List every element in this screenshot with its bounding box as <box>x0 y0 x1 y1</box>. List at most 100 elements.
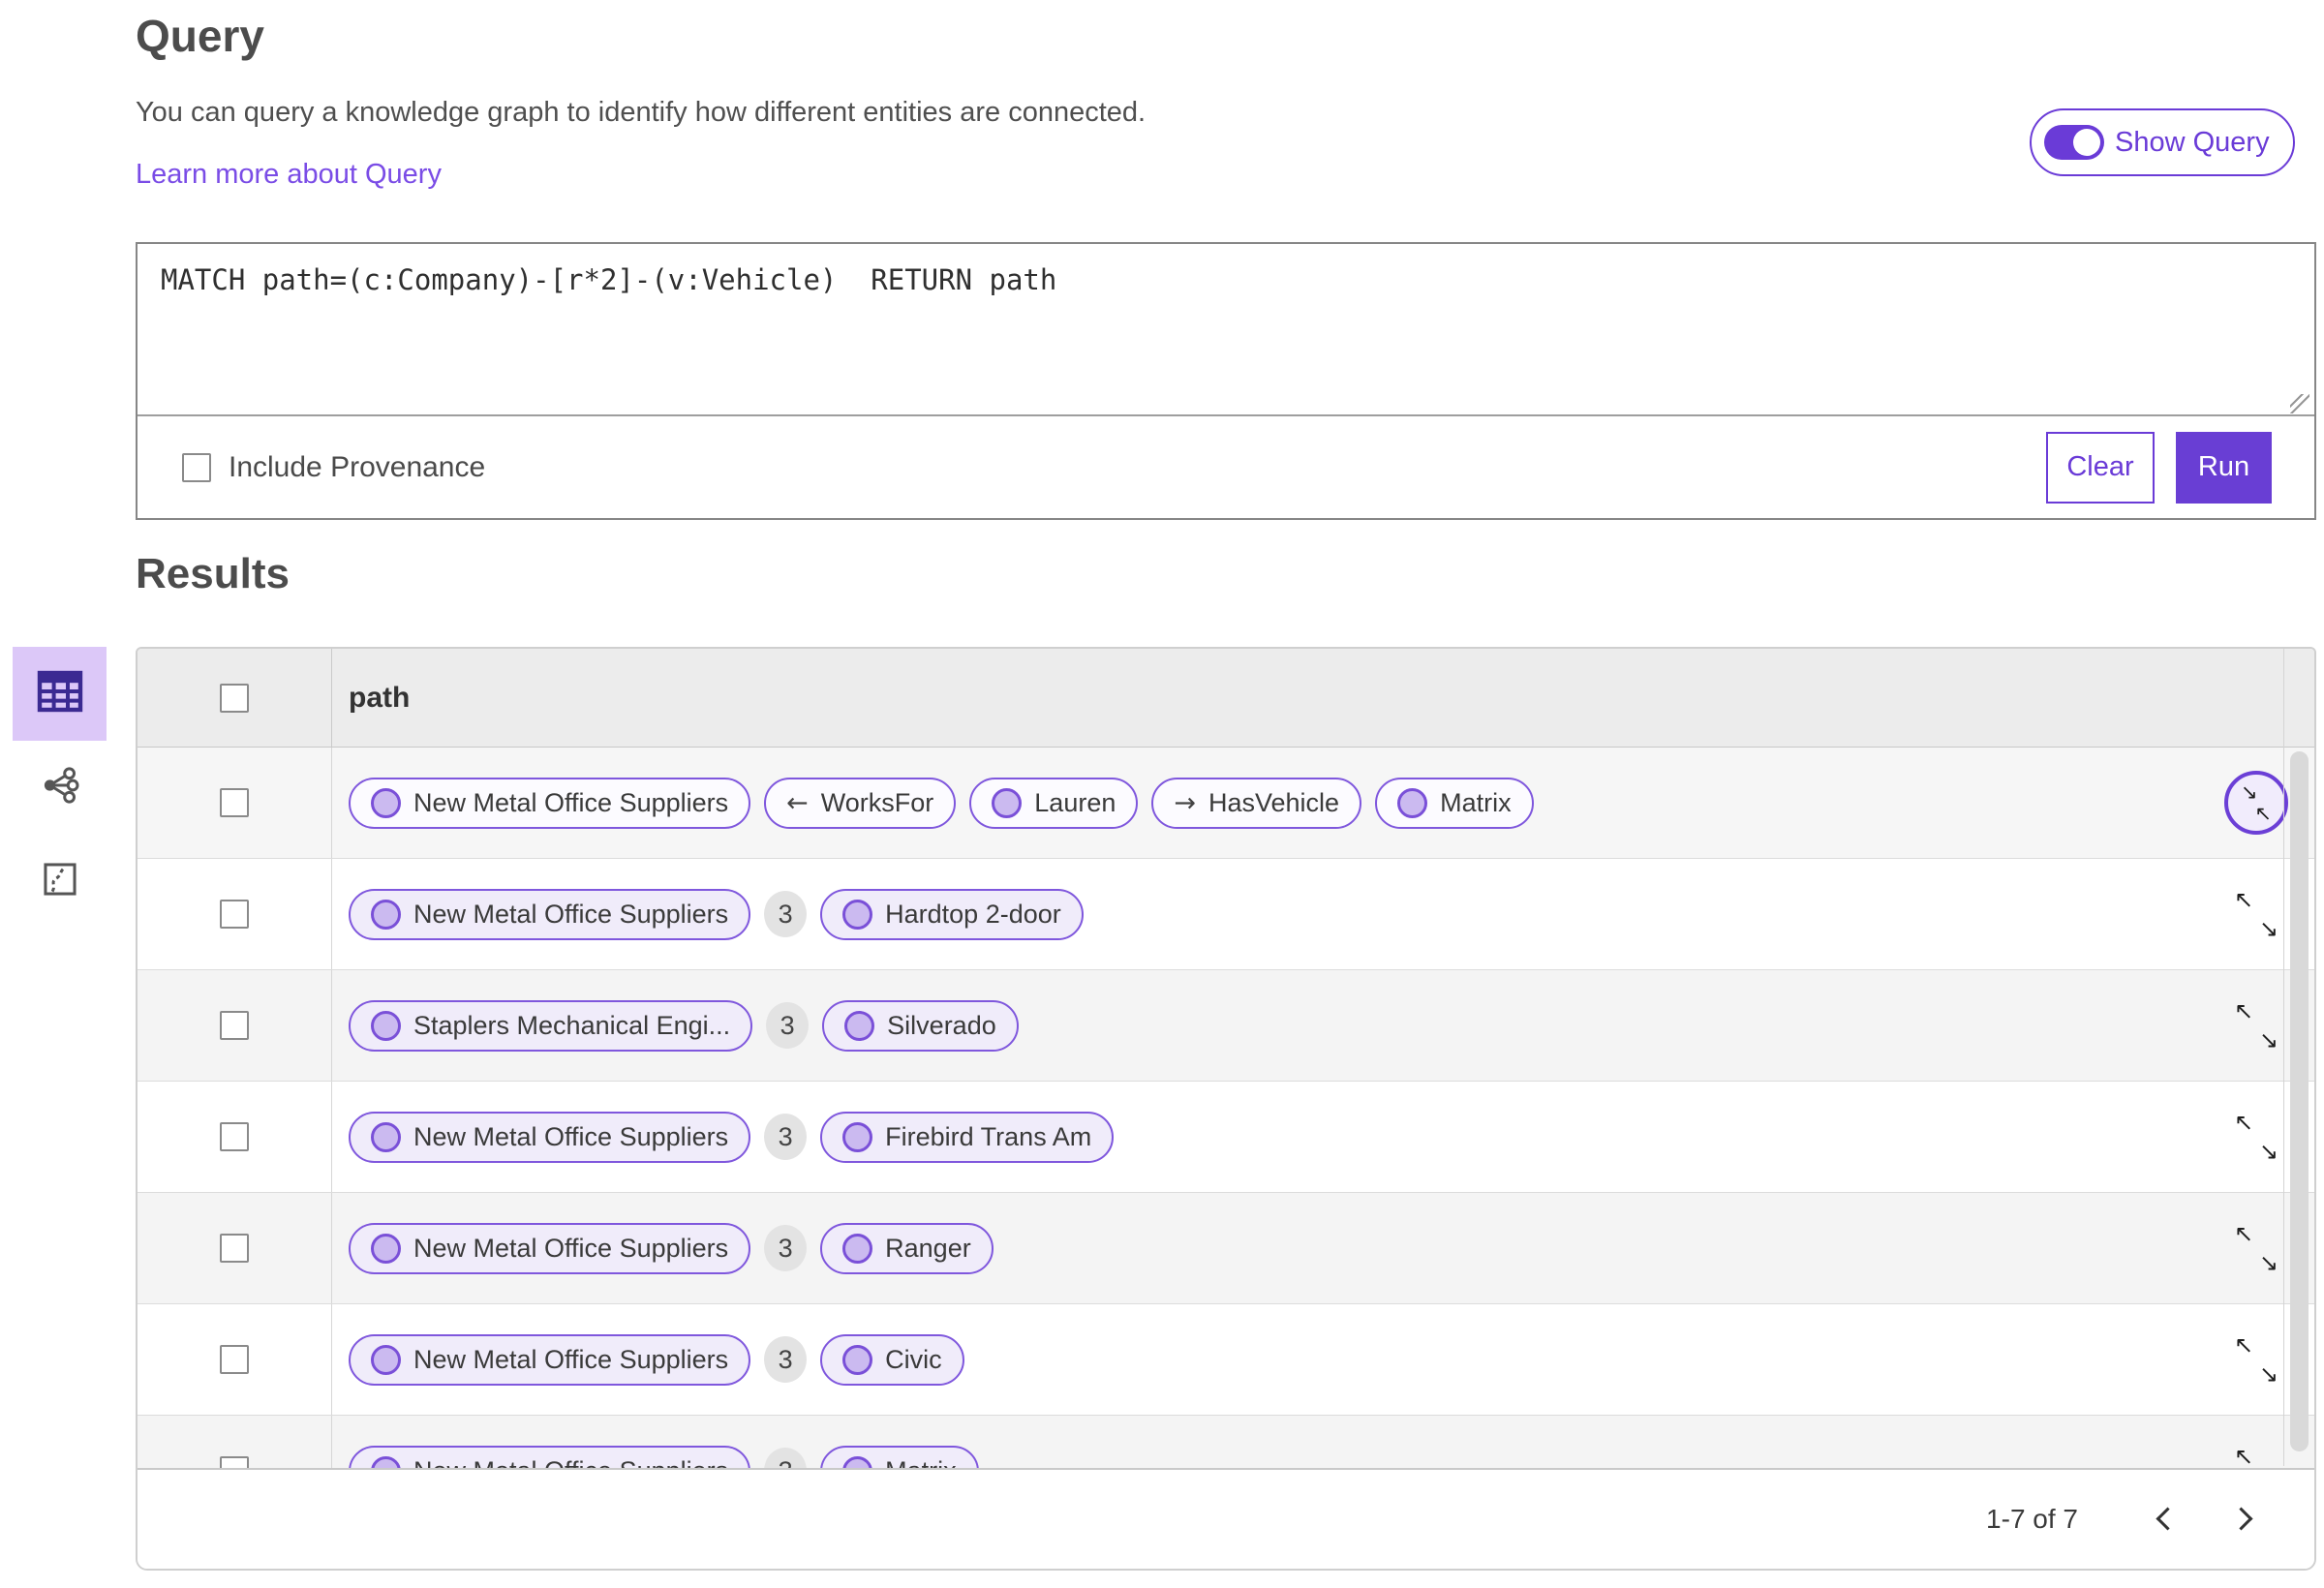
hidden-hops-count-badge: 3 <box>764 1336 808 1383</box>
link-chart-icon <box>40 765 80 810</box>
results-table: path New Metal Office Suppliers ← WorksFor… <box>136 647 2316 1571</box>
entity-node-icon <box>992 787 1023 818</box>
entity-label: New Metal Office Suppliers <box>413 899 729 929</box>
results-view-sidebar <box>13 647 107 929</box>
arrow-right-icon: → <box>1174 787 1196 818</box>
diagonal-arrow-icon: ↖ <box>2234 1443 2254 1470</box>
link-chart-view-button[interactable] <box>13 741 107 835</box>
diagonal-arrow-icon: ↘ <box>2258 1360 2278 1388</box>
table-grid-icon <box>37 670 83 718</box>
chevron-left-icon[interactable] <box>2146 1497 2190 1542</box>
entity-pill: Hardtop 2-door <box>820 888 1084 940</box>
diagonal-arrow-icon: ↘ <box>2258 1138 2278 1165</box>
entity-pill: New Metal Office Suppliers <box>349 1333 751 1386</box>
select-all-cell <box>138 649 332 747</box>
row-checkbox[interactable] <box>220 788 249 817</box>
entity-node-icon <box>844 1010 875 1041</box>
row-select-cell <box>138 970 332 1081</box>
expand-row-icon[interactable]: ↖↘ <box>2224 993 2288 1057</box>
entity-node-icon <box>371 1121 401 1152</box>
entity-pill: Firebird Trans Am <box>820 1111 1115 1163</box>
row-select-cell <box>138 1082 332 1192</box>
entity-pill: Lauren <box>969 777 1139 829</box>
path-cell: New Metal Office Suppliers ← WorksFor Laure… <box>332 748 2198 858</box>
entity-node-icon <box>842 1344 873 1375</box>
row-checkbox[interactable] <box>220 1011 249 1040</box>
hidden-hops-count-badge: 3 <box>764 1114 808 1160</box>
relationship-label: HasVehicle <box>1208 787 1340 817</box>
entity-node-icon <box>371 1010 401 1041</box>
clear-button[interactable]: Clear <box>2046 431 2155 504</box>
entity-pill: New Metal Office Suppliers <box>349 1222 751 1274</box>
run-button[interactable]: Run <box>2176 431 2272 504</box>
path-cell: New Metal Office Suppliers 3 Firebird Tran… <box>332 1082 2198 1192</box>
collapse-row-icon[interactable]: ↘ ↖ <box>2224 771 2288 835</box>
entity-node-icon <box>371 899 401 930</box>
query-description: You can query a knowledge graph to ident… <box>136 97 1147 128</box>
entity-pill: New Metal Office Suppliers <box>349 777 751 829</box>
arrow-left-icon: ← <box>786 787 809 818</box>
row-checkbox[interactable] <box>220 1122 249 1151</box>
diagonal-arrow-icon: ↖ <box>2234 1331 2254 1359</box>
query-input[interactable]: MATCH path=(c:Company)-[r*2]-(v:Vehicle)… <box>138 244 2314 414</box>
scrollbar-divider <box>2283 649 2284 1466</box>
expand-row-icon[interactable]: ↖↘ <box>2224 882 2288 946</box>
row-checkbox[interactable] <box>220 900 249 929</box>
entity-pill: Staplers Mechanical Engi... <box>349 999 753 1052</box>
table-row: New Metal Office Suppliers 3 Firebird Tran… <box>138 1082 2314 1193</box>
row-checkbox[interactable] <box>220 1345 249 1374</box>
entity-label: New Metal Office Suppliers <box>413 787 729 817</box>
select-all-checkbox[interactable] <box>220 683 249 713</box>
path-cell: New Metal Office Suppliers 3 Hardtop 2-doo… <box>332 859 2198 969</box>
entity-label: Staplers Mechanical Engi... <box>413 1010 731 1040</box>
diagonal-arrow-icon: ↘ <box>2258 1026 2278 1054</box>
toggle-knob <box>2073 129 2100 156</box>
table-body: New Metal Office Suppliers ← WorksFor Laure… <box>138 748 2314 1527</box>
diagonal-arrow-icon: ↖ <box>2234 997 2254 1024</box>
table-view-button[interactable] <box>13 647 107 741</box>
entity-label: Matrix <box>1440 787 1512 817</box>
resize-grip-icon[interactable] <box>2290 394 2309 413</box>
map-view-button[interactable] <box>13 835 107 929</box>
row-select-cell <box>138 1304 332 1415</box>
table-row: New Metal Office Suppliers 3 Hardtop 2-doo… <box>138 859 2314 970</box>
diagonal-arrow-icon: ↖ <box>2234 886 2254 913</box>
entity-node-icon <box>842 1121 873 1152</box>
row-select-cell <box>138 1193 332 1303</box>
relationship-pill: ← WorksFor <box>764 777 957 829</box>
expand-row-icon[interactable]: ↖↘ <box>2224 1216 2288 1280</box>
include-provenance-option: Include Provenance <box>182 451 485 484</box>
scrollbar-thumb[interactable] <box>2290 751 2309 1451</box>
path-cell: Staplers Mechanical Engi... 3 Silverado <box>332 970 2198 1081</box>
entity-pill: Silverado <box>822 999 1019 1052</box>
chevron-right-icon[interactable] <box>2219 1497 2264 1542</box>
query-actions: Clear Run <box>2046 431 2272 504</box>
entity-label: New Metal Office Suppliers <box>413 1233 729 1263</box>
diagonal-arrow-icon: ↘ <box>2241 780 2258 804</box>
expand-row-icon[interactable]: ↖↘ <box>2224 1328 2288 1391</box>
query-panel: MATCH path=(c:Company)-[r*2]-(v:Vehicle)… <box>136 242 2316 520</box>
entity-label: New Metal Office Suppliers <box>413 1344 729 1374</box>
include-provenance-label: Include Provenance <box>229 450 486 483</box>
entity-node-icon <box>1397 787 1428 818</box>
path-cell: New Metal Office Suppliers 3 Ranger <box>332 1193 2198 1303</box>
relationship-pill: → HasVehicle <box>1151 777 1362 829</box>
table-header-row: path <box>138 649 2314 748</box>
toggle-switch[interactable] <box>2044 125 2104 160</box>
entity-pill: New Metal Office Suppliers <box>349 1111 751 1163</box>
entity-node-icon <box>371 1344 401 1375</box>
entity-label: Firebird Trans Am <box>885 1121 1092 1151</box>
entity-label: Ranger <box>885 1233 971 1263</box>
relationship-label: WorksFor <box>820 787 934 817</box>
hidden-hops-count-badge: 3 <box>766 1002 810 1049</box>
expand-row-icon[interactable]: ↖↘ <box>2224 1105 2288 1169</box>
show-query-toggle[interactable]: Show Query <box>2030 108 2295 176</box>
entity-node-icon <box>842 899 873 930</box>
include-provenance-checkbox[interactable] <box>182 452 211 482</box>
diagonal-arrow-icon: ↖ <box>2234 1220 2254 1247</box>
learn-more-link[interactable]: Learn more about Query <box>136 159 442 191</box>
row-checkbox[interactable] <box>220 1234 249 1263</box>
path-cell: New Metal Office Suppliers 3 Civic <box>332 1304 2198 1415</box>
diagonal-arrow-icon: ↘ <box>2258 1249 2278 1276</box>
pagination-range: 1-7 of 7 <box>1986 1504 2078 1534</box>
